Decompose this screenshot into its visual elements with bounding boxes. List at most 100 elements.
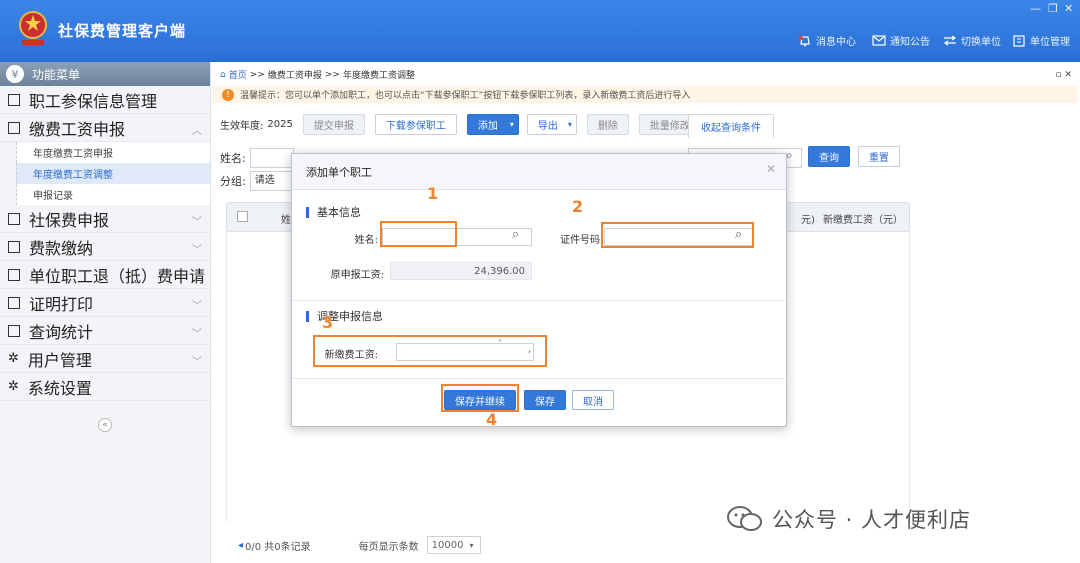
sidebar-item-label: 系统设置 xyxy=(27,378,92,398)
sidebar-item-label: 单位职工退（抵）费申请 xyxy=(29,266,206,286)
restore-icon[interactable]: ❐ xyxy=(1048,2,1058,15)
prev-page-icon[interactable]: ◂ xyxy=(238,540,243,551)
sidebar-item-label: 证明打印 xyxy=(29,294,94,314)
sidebar-item-cert-print[interactable]: 证明打印 ﹀ xyxy=(0,289,210,317)
reset-button[interactable]: 重置 xyxy=(858,146,900,167)
pager: ◂ 0/0 共0条记录 每页显示条数 10000 ▾ xyxy=(238,536,481,554)
sidebar-subitem-annual-wage-adjust[interactable]: 年度缴费工资调整 xyxy=(16,163,210,184)
sidebar-item-social-fee-declare[interactable]: 社保费申报 ﹀ xyxy=(0,205,210,233)
download-employees-button[interactable]: 下载参保职工 xyxy=(374,114,457,135)
sidebar-subitem-annual-wage-declare[interactable]: 年度缴费工资申报 xyxy=(16,142,210,163)
section-adjust-info: 调整申报信息 xyxy=(306,308,383,324)
pager-info: 0/0 共0条记录 xyxy=(245,541,311,553)
building-icon xyxy=(1013,34,1025,47)
notice-bar: ! 温馨提示：您可以单个添加职工，也可以点击“下载参保职工”按钮下载参保职工列表… xyxy=(212,86,1078,103)
sidebar-item-employee-info[interactable]: 职工参保信息管理 xyxy=(0,86,210,114)
chevron-up-icon: ︿ xyxy=(192,126,202,137)
sidebar-item-refund-apply[interactable]: 单位职工退（抵）费申请 xyxy=(0,261,210,289)
title-bar: 社保费管理客户端 — ❐ ✕ 消息中心 通知公告 切换单位 单位管理 xyxy=(0,0,1080,62)
sidebar-item-query-stats[interactable]: 查询统计 ﹀ xyxy=(0,317,210,345)
panel-window-controls[interactable]: ▫ ✕ xyxy=(1055,70,1072,80)
submit-button[interactable]: 提交申报 xyxy=(302,114,365,135)
sidebar: ¥ 功能菜单 职工参保信息管理 缴费工资申报 ︿ 年度缴费工资申报 年度缴费工资调… xyxy=(0,62,211,563)
highlight-box-name xyxy=(380,221,457,247)
per-page-select[interactable]: 10000 ▾ xyxy=(426,536,481,554)
cancel-button[interactable]: 取消 xyxy=(572,390,614,410)
edit-icon xyxy=(8,121,20,134)
topnav-switch-unit[interactable]: 切换单位 xyxy=(943,33,1001,48)
filter-group-label: 分组: xyxy=(220,175,246,188)
sidebar-item-label: 用户管理 xyxy=(27,350,92,370)
footer-divider xyxy=(292,378,786,379)
delete-button[interactable]: 删除 xyxy=(586,114,629,135)
search-icon[interactable]: ⌕ xyxy=(512,227,519,242)
breadcrumb-level2: 年度缴费工资调整 xyxy=(342,71,415,81)
breadcrumb-home[interactable]: 首页 xyxy=(229,68,247,81)
section-basic-info: 基本信息 xyxy=(306,204,361,220)
breadcrumb-level1: 缴费工资申报 xyxy=(267,71,322,81)
orig-wage-value: 24,396.00 xyxy=(390,262,532,280)
sidebar-item-label: 社保费申报 xyxy=(29,210,110,230)
topnav-unit-manage[interactable]: 单位管理 xyxy=(1012,33,1070,48)
sidebar-collapse-button[interactable]: « xyxy=(98,418,112,432)
sidebar-subitem-declare-records[interactable]: 申报记录 xyxy=(16,184,210,205)
highlight-box-new-wage xyxy=(313,335,547,367)
section-divider xyxy=(292,300,786,301)
per-page-label: 每页显示条数 xyxy=(358,541,419,553)
topnav-notices[interactable]: 通知公告 xyxy=(872,33,930,48)
mail-icon xyxy=(872,35,886,46)
list-icon xyxy=(8,93,20,106)
add-button[interactable]: 添加 ▾ xyxy=(466,114,519,135)
add-employee-dialog: 添加单个职工 ✕ 基本信息 姓名: ⌕ 证件号码 ⌕ 原申报工资: 24,396… xyxy=(291,153,787,427)
export-button-label: 导出 xyxy=(537,121,558,132)
gear-icon: ✲ xyxy=(8,379,19,394)
topnav-messages[interactable]: 消息中心 xyxy=(798,33,856,48)
chevron-down-icon: ▾ xyxy=(509,120,514,129)
filter-group-select[interactable]: 请选 xyxy=(249,171,294,191)
query-button[interactable]: 查询 xyxy=(808,146,850,167)
watermark: 公众号 · 人才便利店 xyxy=(726,504,971,534)
section-bar xyxy=(306,206,309,218)
dialog-title: 添加单个职工 xyxy=(292,154,786,190)
save-icon xyxy=(8,240,20,253)
collapse-query-tab[interactable]: 收起查询条件 xyxy=(688,114,774,138)
app-title: 社保费管理客户端 xyxy=(58,22,187,40)
id-number-label: 证件号码 xyxy=(560,235,600,246)
gear-icon: ✲ xyxy=(8,351,19,366)
topnav-label: 通知公告 xyxy=(890,37,930,48)
close-icon[interactable]: ✕ xyxy=(1064,2,1073,15)
chevron-down-icon: ﹀ xyxy=(192,301,202,312)
breadcrumb-separator: >> xyxy=(249,69,265,80)
chevron-down-icon: ﹀ xyxy=(192,329,202,340)
filter-name-label: 姓名: xyxy=(220,152,246,165)
chart-icon xyxy=(8,324,20,337)
add-button-label: 添加 xyxy=(477,121,498,132)
search-icon[interactable]: ⌕ xyxy=(786,148,793,163)
notice-text: 温馨提示：您可以单个添加职工，也可以点击“下载参保职工”按钮下载参保职工列表，录… xyxy=(240,91,691,101)
sidebar-item-system-settings[interactable]: ✲ 系统设置 xyxy=(0,373,210,401)
national-emblem-icon xyxy=(19,11,47,45)
wechat-icon xyxy=(727,506,762,531)
topnav-label: 消息中心 xyxy=(816,37,856,48)
filter-name-input[interactable] xyxy=(249,148,294,168)
sidebar-item-wage-declare[interactable]: 缴费工资申报 ︿ xyxy=(0,114,210,142)
sidebar-item-label: 费款缴纳 xyxy=(29,238,94,258)
watermark-text: 公众号 · 人才便利店 xyxy=(772,508,972,532)
sidebar-item-label: 职工参保信息管理 xyxy=(29,91,158,111)
close-icon[interactable]: ✕ xyxy=(766,162,776,176)
save-button[interactable]: 保存 xyxy=(524,390,566,410)
breadcrumb-separator: >> xyxy=(324,69,340,80)
export-button[interactable]: 导出 ▾ xyxy=(526,114,577,135)
switch-icon xyxy=(943,35,957,46)
section-basic-label: 基本信息 xyxy=(317,206,361,219)
select-all-checkbox[interactable] xyxy=(237,211,248,222)
sidebar-item-fee-payment[interactable]: 费款缴纳 ﹀ xyxy=(0,233,210,261)
name-label: 姓名: xyxy=(354,235,378,246)
sidebar-item-user-manage[interactable]: ✲ 用户管理 ﹀ xyxy=(0,345,210,373)
grid-col-name: 姓 xyxy=(281,215,291,226)
orig-wage-label: 原申报工资: xyxy=(330,270,384,281)
minimize-icon[interactable]: — xyxy=(1030,2,1041,15)
per-page-value: 10000 xyxy=(431,539,464,551)
sidebar-item-label: 缴费工资申报 xyxy=(29,119,126,139)
breadcrumb: ⌂ 首页 >> 缴费工资申报 >> 年度缴费工资调整 xyxy=(220,68,415,82)
